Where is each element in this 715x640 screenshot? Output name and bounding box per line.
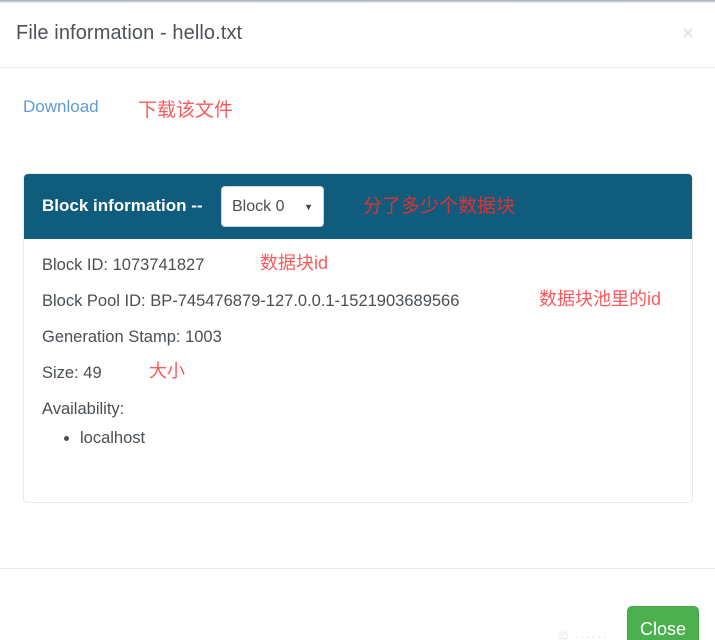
generation-stamp-row: Generation Stamp: 1003 (42, 327, 674, 347)
block-id-label: Block ID: 1073741827 (42, 256, 205, 274)
modal-header: File information - hello.txt × (0, 3, 715, 68)
availability-label: Availability: (42, 400, 125, 418)
annotation-size: 大小 (149, 361, 185, 381)
footer-watermark-text: © ······ (558, 628, 609, 640)
list-item: localhost (80, 427, 674, 449)
block-select-dropdown[interactable]: Block 0 ▼ (221, 186, 324, 227)
block-panel-heading-label: Block information -- (42, 196, 203, 215)
block-pool-id-row: Block Pool ID: BP-745476879-127.0.0.1-15… (42, 289, 674, 311)
size-row: Size: 49 大小 (42, 361, 674, 383)
modal-body: Download 下载该文件 Block information -- Bloc… (0, 69, 715, 568)
annotation-block-pool-id: 数据块池里的id (539, 289, 662, 309)
download-link[interactable]: Download (23, 97, 99, 116)
availability-host-list: localhost (42, 427, 674, 449)
annotation-block-count: 分了多少个数据块 (363, 196, 516, 217)
annotation-download: 下载该文件 (138, 100, 234, 121)
chevron-down-icon: ▼ (304, 201, 313, 212)
block-panel-heading: Block information -- Block 0 ▼ 分了多少个数据块 (24, 174, 692, 239)
annotation-block-id: 数据块id (260, 253, 329, 273)
block-select-value: Block 0 (232, 197, 285, 215)
block-panel-body: Block ID: 1073741827 数据块id Block Pool ID… (24, 239, 692, 459)
size-label: Size: 49 (42, 364, 102, 382)
block-information-panel: Block information -- Block 0 ▼ 分了多少个数据块 … (23, 173, 693, 503)
close-button[interactable]: Close (627, 606, 699, 640)
page-title: File information - hello.txt (16, 22, 243, 44)
close-icon[interactable]: × (677, 23, 699, 45)
generation-stamp-label: Generation Stamp: 1003 (42, 328, 222, 346)
block-id-row: Block ID: 1073741827 数据块id (42, 253, 674, 275)
download-row: Download (23, 97, 99, 117)
block-pool-id-label: Block Pool ID: BP-745476879-127.0.0.1-15… (42, 292, 460, 310)
file-information-modal: File information - hello.txt × Download … (0, 0, 715, 640)
availability-row: Availability: (42, 399, 674, 419)
